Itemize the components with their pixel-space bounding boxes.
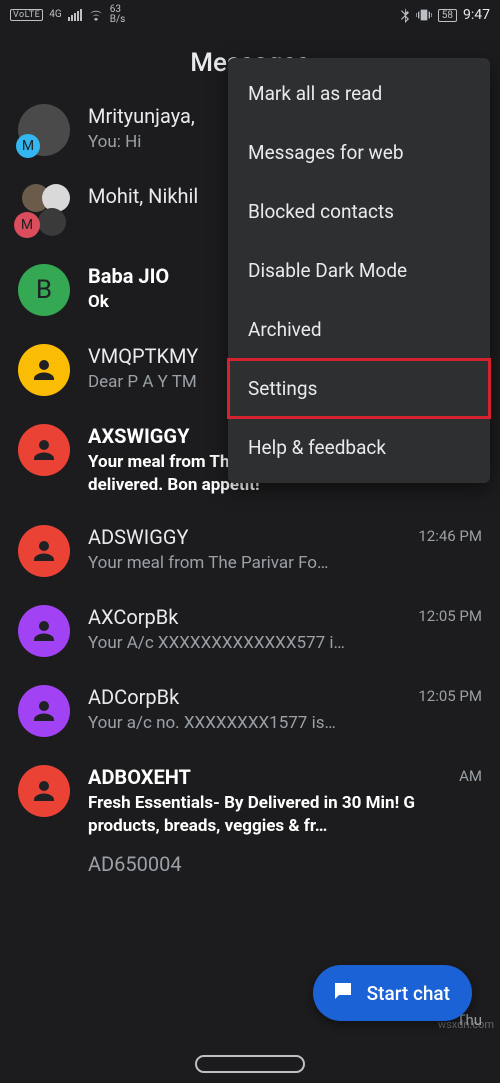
bluetooth-icon: [400, 7, 410, 23]
status-bar: VoLTE 4G 63B/s 58 9:47: [0, 0, 500, 30]
start-chat-fab[interactable]: Start chat: [313, 965, 472, 1021]
nav-pill[interactable]: [195, 1055, 305, 1073]
conversation-snippet: Your a/c no. XXXXXXXX1577 is…: [88, 712, 482, 735]
peek-next-title: AD650004: [0, 852, 500, 876]
wifi-icon: [88, 9, 104, 21]
avatar: [18, 525, 70, 577]
avatar: M: [18, 184, 70, 236]
menu-item-messages-for-web[interactable]: Messages for web: [228, 123, 490, 182]
conversation-snippet: Fresh Essentials- By Delivered in 30 Min…: [88, 792, 482, 838]
menu-item-blocked-contacts[interactable]: Blocked contacts: [228, 182, 490, 241]
conversation-snippet: Your meal from The Parivar Fo…: [88, 552, 482, 575]
chat-icon: [331, 979, 355, 1008]
menu-item-mark-all-as-read[interactable]: Mark all as read: [228, 64, 490, 123]
menu-item-settings[interactable]: Settings: [228, 359, 490, 418]
conversation-snippet: Your A/c XXXXXXXXXXXXX577 i…: [88, 632, 482, 655]
conversation-row[interactable]: AXCorpBkYour A/c XXXXXXXXXXXXX577 i…12:0…: [0, 591, 500, 671]
menu-item-archived[interactable]: Archived: [228, 300, 490, 359]
overflow-menu[interactable]: Mark all as readMessages for webBlocked …: [228, 58, 490, 483]
menu-item-disable-dark-mode[interactable]: Disable Dark Mode: [228, 241, 490, 300]
vibrate-icon: [416, 8, 432, 22]
avatar: [18, 424, 70, 476]
avatar: [18, 344, 70, 396]
conversation-row[interactable]: ADBOXEHTFresh Essentials- By Delivered i…: [0, 751, 500, 852]
conversation-time: 12:46 PM: [418, 527, 482, 545]
avatar: M: [18, 104, 70, 156]
conversation-time: 12:05 PM: [418, 607, 482, 625]
conversation-row[interactable]: ADCorpBkYour a/c no. XXXXXXXX1577 is…12:…: [0, 671, 500, 751]
conversation-time: 12:05 PM: [418, 687, 482, 705]
network-gen: 4G: [49, 10, 61, 20]
volte-badge: VoLTE: [10, 9, 43, 21]
avatar: [18, 605, 70, 657]
conversation-title: ADBOXEHT: [88, 765, 482, 790]
signal-icon: [68, 9, 82, 21]
conversation-time: AM: [459, 767, 482, 785]
data-speed: 63B/s: [110, 5, 126, 25]
battery-badge: 58: [438, 9, 457, 22]
menu-item-help-feedback[interactable]: Help & feedback: [228, 418, 490, 477]
avatar: [18, 765, 70, 817]
avatar: B: [18, 264, 70, 316]
conversation-row[interactable]: ADSWIGGYYour meal from The Parivar Fo…12…: [0, 511, 500, 591]
avatar: [18, 685, 70, 737]
fab-label: Start chat: [367, 982, 450, 1005]
clock: 9:47: [463, 7, 490, 23]
